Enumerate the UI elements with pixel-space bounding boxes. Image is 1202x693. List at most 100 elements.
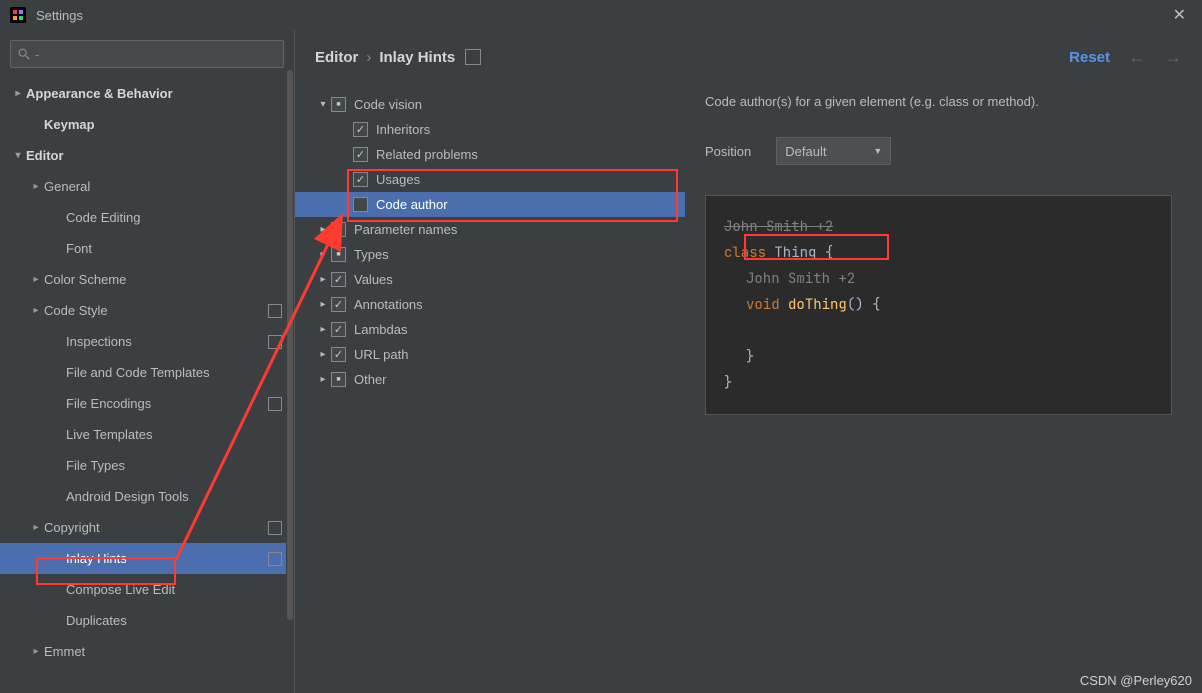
chevron-right-icon[interactable]: ▸: [28, 181, 44, 192]
chevron-right-icon[interactable]: ▸: [10, 88, 26, 99]
project-scope-icon[interactable]: [465, 49, 481, 65]
tree-label: File and Code Templates: [66, 365, 210, 380]
brace-close-2: }: [746, 348, 754, 366]
app-icon: [10, 7, 26, 23]
checkbox[interactable]: [331, 97, 346, 112]
sidebar-item-file-types[interactable]: File Types: [0, 450, 294, 481]
classname: Thing: [774, 244, 816, 262]
sidebar-item-font[interactable]: Font: [0, 233, 294, 264]
checkbox[interactable]: [331, 372, 346, 387]
brace-close: }: [724, 374, 732, 392]
hint-label: Values: [354, 272, 393, 287]
hint-label: Lambdas: [354, 322, 407, 337]
settings-main: Editor › Inlay Hints Reset ← → ▾Code vis…: [295, 30, 1202, 693]
breadcrumb-root[interactable]: Editor: [315, 49, 358, 66]
breadcrumb: Editor › Inlay Hints Reset ← →: [295, 30, 1202, 84]
nav-forward-button[interactable]: →: [1164, 47, 1182, 68]
sidebar-item-inlay-hints[interactable]: Inlay Hints: [0, 543, 294, 574]
tree-label: File Encodings: [66, 396, 151, 411]
search-input[interactable]: -: [10, 40, 284, 68]
chevron-right-icon[interactable]: ▸: [28, 646, 44, 657]
sidebar-item-file-encodings[interactable]: File Encodings: [0, 388, 294, 419]
inlay-hints-tree[interactable]: ▾Code visionInheritors Related problems Us…: [295, 84, 685, 693]
chevron-right-icon[interactable]: ▸: [315, 349, 331, 360]
checkbox[interactable]: [331, 222, 346, 237]
chevron-right-icon[interactable]: ▸: [28, 522, 44, 533]
checkbox[interactable]: [331, 347, 346, 362]
reset-button[interactable]: Reset: [1069, 49, 1110, 66]
hint-item-annotations[interactable]: ▸Annotations: [295, 292, 685, 317]
hint-label: Related problems: [376, 147, 478, 162]
position-label: Position: [705, 144, 751, 159]
sidebar-item-emmet[interactable]: ▸Emmet: [0, 636, 294, 667]
sidebar-item-copyright[interactable]: ▸Copyright: [0, 512, 294, 543]
chevron-right-icon[interactable]: ▸: [28, 274, 44, 285]
hint-item-values[interactable]: ▸ Values: [295, 267, 685, 292]
window-title: Settings: [36, 8, 83, 23]
position-dropdown[interactable]: Default ▼: [776, 137, 891, 165]
sidebar-item-appearance-behavior[interactable]: ▸Appearance & Behavior: [0, 78, 294, 109]
sidebar-item-duplicates[interactable]: Duplicates: [0, 605, 294, 636]
nav-back-button[interactable]: ←: [1128, 47, 1146, 68]
tree-label: Live Templates: [66, 427, 152, 442]
hint-item-usages[interactable]: Usages: [295, 167, 685, 192]
tree-label: Keymap: [44, 117, 95, 132]
sidebar-item-code-style[interactable]: ▸Code Style: [0, 295, 294, 326]
project-scope-icon: [268, 397, 282, 411]
sidebar-item-general[interactable]: ▸General: [0, 171, 294, 202]
hint-item-other[interactable]: ▸ Other: [295, 367, 685, 392]
settings-tree[interactable]: ▸Appearance & BehaviorKeymap▾Editor▸Gene…: [0, 78, 294, 693]
chevron-right-icon[interactable]: ▸: [315, 299, 331, 310]
project-scope-icon: [268, 304, 282, 318]
sidebar-item-color-scheme[interactable]: ▸Color Scheme: [0, 264, 294, 295]
chevron-right-icon[interactable]: ▸: [315, 324, 331, 335]
sidebar-item-live-templates[interactable]: Live Templates: [0, 419, 294, 450]
chevron-right-icon[interactable]: ▸: [28, 305, 44, 316]
tree-label: Android Design Tools: [66, 489, 189, 504]
sidebar-item-code-editing[interactable]: Code Editing: [0, 202, 294, 233]
checkbox[interactable]: [331, 247, 346, 262]
hint-item-lambdas[interactable]: ▸ Lambdas: [295, 317, 685, 342]
tree-label: Appearance & Behavior: [26, 86, 173, 101]
chevron-down-icon[interactable]: ▾: [10, 150, 26, 161]
brace-open-2: {: [872, 296, 880, 314]
chevron-right-icon[interactable]: ▸: [315, 224, 331, 235]
chevron-right-icon[interactable]: ▸: [315, 249, 331, 260]
hint-item-url-path[interactable]: ▸URL path: [295, 342, 685, 367]
sidebar-item-file-and-code-templates[interactable]: File and Code Templates: [0, 357, 294, 388]
hint-item-types[interactable]: ▸ Types: [295, 242, 685, 267]
hint-item-related-problems[interactable]: Related problems: [295, 142, 685, 167]
sidebar-item-inspections[interactable]: Inspections: [0, 326, 294, 357]
scrollbar[interactable]: [286, 70, 294, 693]
hint-item-code-author[interactable]: Code author: [295, 192, 685, 217]
sidebar-item-editor[interactable]: ▾Editor: [0, 140, 294, 171]
checkbox[interactable]: [353, 122, 368, 137]
hint-item-parameter-names[interactable]: ▸ Parameter names: [295, 217, 685, 242]
checkbox[interactable]: [353, 172, 368, 187]
breadcrumb-current: Inlay Hints: [379, 49, 455, 66]
close-button[interactable]: ✕: [1167, 3, 1192, 27]
tree-label: File Types: [66, 458, 125, 473]
hint-label: Parameter names: [354, 222, 457, 237]
checkbox[interactable]: [353, 147, 368, 162]
scrollbar-thumb[interactable]: [287, 70, 293, 620]
kw-void: void: [746, 296, 780, 314]
parens: (): [847, 296, 864, 314]
sidebar-item-compose-live-edit[interactable]: Compose Live Edit: [0, 574, 294, 605]
sidebar-item-keymap[interactable]: Keymap: [0, 109, 294, 140]
hint-item-code-vision[interactable]: ▾Code vision: [295, 92, 685, 117]
checkbox[interactable]: [353, 197, 368, 212]
hint-item-inheritors[interactable]: Inheritors: [295, 117, 685, 142]
checkbox[interactable]: [331, 272, 346, 287]
chevron-down-icon[interactable]: ▾: [315, 99, 331, 110]
sidebar-item-android-design-tools[interactable]: Android Design Tools: [0, 481, 294, 512]
watermark: CSDN @Perley620: [1080, 673, 1192, 688]
hint-description: Code author(s) for a given element (e.g.…: [705, 94, 1172, 109]
chevron-right-icon[interactable]: ▸: [315, 374, 331, 385]
checkbox[interactable]: [331, 297, 346, 312]
checkbox[interactable]: [331, 322, 346, 337]
hint-label: Other: [354, 372, 387, 387]
hint-label: Types: [354, 247, 389, 262]
chevron-right-icon[interactable]: ▸: [315, 274, 331, 285]
tree-label: Code Style: [44, 303, 108, 318]
